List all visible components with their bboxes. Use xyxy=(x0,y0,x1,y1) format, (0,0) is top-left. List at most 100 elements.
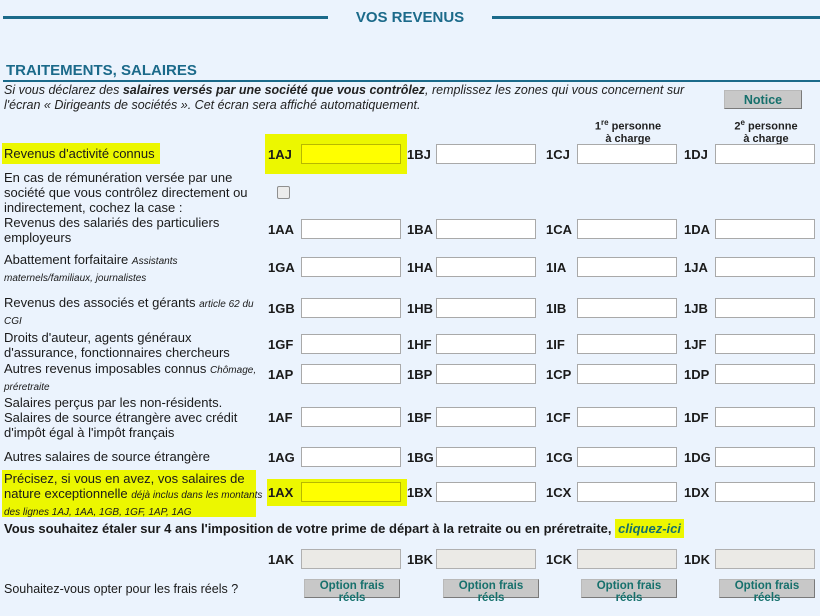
page-title: VOS REVENUS xyxy=(355,9,465,26)
section-title: TRAITEMENTS, SALAIRES xyxy=(6,62,197,79)
notice-button[interactable]: Notice xyxy=(724,90,802,109)
box-code-1ca: 1CA xyxy=(546,222,573,237)
field-1bx[interactable] xyxy=(436,482,536,502)
field-1ax[interactable] xyxy=(301,482,401,502)
box-code-1ak: 1AK xyxy=(268,552,295,567)
field-1bf[interactable] xyxy=(436,407,536,427)
box-code-1ag: 1AG xyxy=(268,450,295,465)
box-code-1ck: 1CK xyxy=(546,552,573,567)
box-code-1dp: 1DP xyxy=(684,367,710,382)
field-1cg[interactable] xyxy=(577,447,677,467)
box-code-1jf: 1JF xyxy=(684,337,707,352)
cliquez-ici-link[interactable]: cliquez-ici xyxy=(615,519,684,538)
row-label: Revenus des salariés des particuliers em… xyxy=(4,215,220,245)
field-1af[interactable] xyxy=(301,407,401,427)
field-1bj[interactable] xyxy=(436,144,536,164)
field-1dx[interactable] xyxy=(715,482,815,502)
field-1da[interactable] xyxy=(715,219,815,239)
field-1ga[interactable] xyxy=(301,257,401,277)
box-code-1aa: 1AA xyxy=(268,222,295,237)
box-code-1bf: 1BF xyxy=(407,410,432,425)
box-code-1af: 1AF xyxy=(268,410,293,425)
box-code-1hb: 1HB xyxy=(407,301,434,316)
column-header-2e-personne: 2e personne à charge xyxy=(734,118,798,145)
row-label: Autres revenus imposables connus Chômage… xyxy=(4,361,257,393)
option-frais-reels-button-2[interactable]: Option frais réels xyxy=(443,579,539,604)
box-code-1bg: 1BG xyxy=(407,450,434,465)
option-frais-reels-button-1[interactable]: Option frais réels xyxy=(304,579,400,604)
field-1df[interactable] xyxy=(715,407,815,427)
box-code-1gb: 1GB xyxy=(268,301,295,316)
box-code-1jb: 1JB xyxy=(684,301,708,316)
field-1cp[interactable] xyxy=(577,364,677,384)
field-1dk[interactable] xyxy=(715,549,815,569)
box-code-1aj: 1AJ xyxy=(268,147,292,162)
title-rule-left xyxy=(3,16,328,19)
field-1bk[interactable] xyxy=(436,549,536,569)
row-label: Revenus d'activité connus xyxy=(4,146,155,161)
field-1bp[interactable] xyxy=(436,364,536,384)
box-code-1dx: 1DX xyxy=(684,485,710,500)
box-code-1cx: 1CX xyxy=(546,485,572,500)
field-1bg[interactable] xyxy=(436,447,536,467)
field-1ha[interactable] xyxy=(436,257,536,277)
box-code-1gf: 1GF xyxy=(268,337,294,352)
field-1dp[interactable] xyxy=(715,364,815,384)
field-1ja[interactable] xyxy=(715,257,815,277)
field-1gf[interactable] xyxy=(301,334,401,354)
row-label: Abattement forfaitaire Assistants matern… xyxy=(4,252,178,284)
box-code-1cp: 1CP xyxy=(546,367,572,382)
field-1dg[interactable] xyxy=(715,447,815,467)
field-1cf[interactable] xyxy=(577,407,677,427)
field-1ag[interactable] xyxy=(301,447,401,467)
box-code-1dg: 1DG xyxy=(684,450,711,465)
retraite-text: Vous souhaitez étaler sur 4 ans l'imposi… xyxy=(4,519,684,538)
field-1hb[interactable] xyxy=(436,298,536,318)
option-frais-reels-button-4[interactable]: Option frais réels xyxy=(719,579,815,604)
field-1aj[interactable] xyxy=(301,144,401,164)
box-code-1dk: 1DK xyxy=(684,552,711,567)
box-code-1cg: 1CG xyxy=(546,450,573,465)
field-1ck[interactable] xyxy=(577,549,677,569)
box-code-1ap: 1AP xyxy=(268,367,294,382)
box-code-1hf: 1HF xyxy=(407,337,432,352)
row-label: Revenus des associés et gérants article … xyxy=(4,295,254,327)
frais-reels-question: Souhaitez-vous opter pour les frais réel… xyxy=(4,582,239,596)
option-frais-reels-button-3[interactable]: Option frais réels xyxy=(581,579,677,604)
intro-text: Si vous déclarez des salaires versés par… xyxy=(4,83,685,112)
box-code-1bp: 1BP xyxy=(407,367,433,382)
box-code-1ja: 1JA xyxy=(684,260,708,275)
field-1aa[interactable] xyxy=(301,219,401,239)
box-code-1ga: 1GA xyxy=(268,260,295,275)
row-label: Droits d'auteur, agents généraux d'assur… xyxy=(4,330,230,360)
box-code-1df: 1DF xyxy=(684,410,709,425)
row-label: Précisez, si vous en avez, vos salaires … xyxy=(4,471,263,518)
field-1hf[interactable] xyxy=(436,334,536,354)
field-1jb[interactable] xyxy=(715,298,815,318)
box-code-1ia: 1IA xyxy=(546,260,567,275)
column-header-1re-personne: 1re personne à charge xyxy=(594,118,662,145)
field-1cx[interactable] xyxy=(577,482,677,502)
box-code-1ax: 1AX xyxy=(268,485,294,500)
box-code-1if: 1IF xyxy=(546,337,565,352)
field-1ia[interactable] xyxy=(577,257,677,277)
field-1ak[interactable] xyxy=(301,549,401,569)
title-rule-right xyxy=(492,16,820,19)
box-code-1cj: 1CJ xyxy=(546,147,570,162)
field-1ba[interactable] xyxy=(436,219,536,239)
field-1dj[interactable] xyxy=(715,144,815,164)
field-1jf[interactable] xyxy=(715,334,815,354)
controlled-company-checkbox[interactable] xyxy=(277,186,290,199)
section-divider xyxy=(3,80,820,82)
row-label: Salaires perçus par les non-résidents. S… xyxy=(4,395,238,440)
box-code-1cf: 1CF xyxy=(546,410,571,425)
field-1ap[interactable] xyxy=(301,364,401,384)
field-1ca[interactable] xyxy=(577,219,677,239)
field-1gb[interactable] xyxy=(301,298,401,318)
box-code-1bx: 1BX xyxy=(407,485,433,500)
field-1ib[interactable] xyxy=(577,298,677,318)
field-1if[interactable] xyxy=(577,334,677,354)
box-code-1ba: 1BA xyxy=(407,222,434,237)
field-1cj[interactable] xyxy=(577,144,677,164)
box-code-1ha: 1HA xyxy=(407,260,434,275)
